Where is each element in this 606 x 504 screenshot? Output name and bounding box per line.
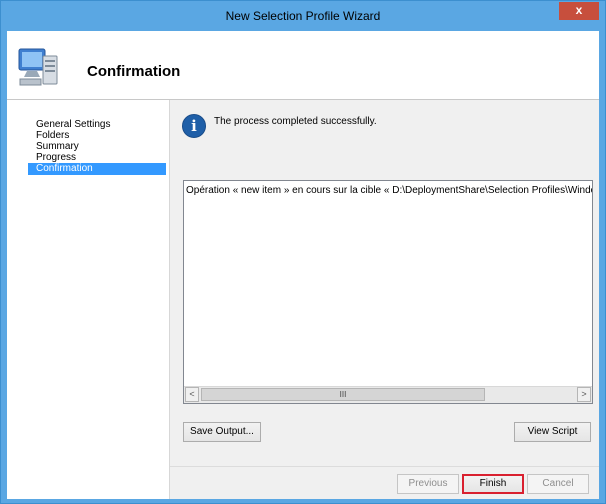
close-button[interactable]: x xyxy=(559,2,599,20)
view-script-button[interactable]: View Script xyxy=(514,422,591,442)
scroll-thumb[interactable]: III xyxy=(201,388,485,401)
page-title: Confirmation xyxy=(87,63,181,80)
save-output-button[interactable]: Save Output... xyxy=(183,422,261,442)
output-log[interactable]: Opération « new item » en cours sur la c… xyxy=(183,180,593,404)
status-message: The process completed successfully. xyxy=(214,116,377,127)
scroll-right-button[interactable]: > xyxy=(577,387,591,402)
info-icon: i xyxy=(182,114,206,138)
output-text: Opération « new item » en cours sur la c… xyxy=(186,185,592,196)
previous-button[interactable]: Previous xyxy=(397,474,459,494)
footer-divider xyxy=(170,466,599,467)
finish-button[interactable]: Finish xyxy=(462,474,524,494)
wizard-steps-nav: General Settings Folders Summary Progres… xyxy=(7,100,170,499)
scroll-left-button[interactable]: < xyxy=(185,387,199,402)
wizard-window: New Selection Profile Wizard x Confirmat… xyxy=(0,0,606,504)
window-title: New Selection Profile Wizard xyxy=(225,9,381,23)
horizontal-scrollbar[interactable]: < III > xyxy=(184,386,592,403)
wizard-header: Confirmation xyxy=(7,31,599,100)
cancel-button[interactable]: Cancel xyxy=(527,474,589,494)
step-confirmation[interactable]: Confirmation xyxy=(28,163,166,175)
title-bar: New Selection Profile Wizard x xyxy=(1,1,605,31)
wizard-main: i The process completed successfully. Op… xyxy=(170,100,599,499)
wizard-client: Confirmation General Settings Folders Su… xyxy=(7,31,599,499)
computer-wizard-icon xyxy=(18,48,58,86)
